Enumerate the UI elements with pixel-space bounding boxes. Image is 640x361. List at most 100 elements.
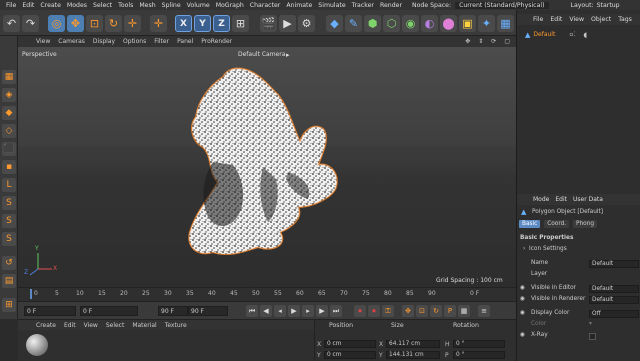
viewport-menu-filter[interactable]: Filter — [154, 38, 169, 45]
attr-menu-edit[interactable]: Edit — [555, 196, 567, 203]
undo-icon[interactable]: ↶ — [3, 15, 20, 32]
om-menu-file[interactable]: File — [533, 16, 543, 23]
previous-key-icon[interactable]: ◀ — [260, 305, 272, 317]
radio-dot-icon[interactable]: ◉ — [520, 296, 525, 302]
go-to-end-icon[interactable]: ⏭ — [330, 305, 342, 317]
size-x-field[interactable]: 64.117 cm — [386, 340, 440, 348]
environment-icon[interactable]: ⬤ — [440, 15, 457, 32]
object-name[interactable]: Default — [533, 31, 555, 38]
scale-icon[interactable]: ⊡ — [86, 15, 103, 32]
viewport-nav-zoom-icon[interactable]: ⇕ — [478, 38, 483, 45]
size-y-field[interactable]: 144.131 cm — [386, 351, 440, 359]
subdivision-icon[interactable]: ⬢ — [364, 15, 381, 32]
visible-in-editor-dropdown[interactable]: Default — [589, 285, 639, 293]
expand-arrow-icon[interactable]: › — [523, 246, 525, 252]
model-mode-icon[interactable]: ▪ — [2, 160, 16, 174]
menu-spline[interactable]: Spline — [162, 2, 181, 9]
position-y-field[interactable]: 0 cm — [324, 351, 376, 359]
bend-deformer-icon[interactable]: ◉ — [402, 15, 419, 32]
live-selection-icon[interactable]: ◎ — [48, 15, 65, 32]
coordinate-system-icon[interactable]: ⊞ — [232, 15, 249, 32]
field-icon[interactable]: ◐ — [421, 15, 438, 32]
om-menu-tags[interactable]: Tags — [618, 16, 632, 23]
grid-icon[interactable]: ▤ — [2, 274, 16, 288]
menu-edit[interactable]: Edit — [22, 2, 34, 9]
radio-dot-icon[interactable]: ◉ — [520, 332, 525, 338]
max-frame-field[interactable]: 90 F — [188, 306, 228, 316]
viewport-menu-prorender[interactable]: ProRender — [201, 38, 232, 45]
edges-mode-icon[interactable]: ◇ — [2, 124, 16, 138]
menu-select[interactable]: Select — [93, 2, 112, 9]
menu-create[interactable]: Create — [40, 2, 61, 9]
viewport-menu-panel[interactable]: Panel — [177, 38, 193, 45]
material-menu-texture[interactable]: Texture — [165, 322, 187, 329]
menu-file[interactable]: File — [6, 2, 16, 9]
display-color-dropdown[interactable]: Off — [589, 310, 639, 318]
key-rotation-icon[interactable]: ↻ — [430, 305, 442, 317]
model-tool-icon[interactable]: ✛ — [150, 15, 167, 32]
current-frame-field[interactable]: 0 F — [24, 306, 76, 316]
menu-character[interactable]: Character — [250, 2, 281, 9]
menu-volume[interactable]: Volume — [187, 2, 210, 9]
viewport-menu-cameras[interactable]: Cameras — [58, 38, 85, 45]
gargoyle-model[interactable] — [188, 67, 338, 256]
light-icon[interactable]: ✦ — [478, 15, 495, 32]
radio-dot-icon[interactable]: ◉ — [520, 310, 525, 316]
attr-menu-mode[interactable]: Mode — [533, 196, 549, 203]
key-parameter-icon[interactable]: P — [444, 305, 456, 317]
material-menu-create[interactable]: Create — [36, 322, 56, 329]
viewport-menu-options[interactable]: Options — [123, 38, 146, 45]
snap-icon[interactable]: S — [2, 196, 16, 210]
texture-mode-icon[interactable]: ◈ — [2, 88, 16, 102]
move-icon[interactable]: ✥ — [67, 15, 84, 32]
menu-animate[interactable]: Animate — [286, 2, 312, 9]
menu-tools[interactable]: Tools — [118, 2, 133, 9]
viewport-menu-view[interactable]: View — [36, 38, 50, 45]
menu-tracker[interactable]: Tracker — [352, 2, 374, 9]
pen-icon[interactable]: ✎ — [345, 15, 362, 32]
position-x-field[interactable]: 0 cm — [324, 340, 376, 348]
play-icon[interactable]: ▶ — [288, 305, 300, 317]
render-settings-icon[interactable]: ⚙ — [298, 15, 315, 32]
phong-tag-icon[interactable]: ◖ — [583, 31, 587, 39]
render-to-picture-viewer-icon[interactable]: ▶ — [279, 15, 296, 32]
om-menu-view[interactable]: View — [569, 16, 584, 23]
viewport-layout-icon[interactable]: ▢ — [504, 38, 510, 45]
timeline-ruler[interactable]: 0 5 10 15 20 25 30 35 40 45 50 55 60 65 … — [18, 287, 516, 301]
menu-mesh[interactable]: Mesh — [139, 2, 155, 9]
key-pla-icon[interactable]: ▦ — [458, 305, 470, 317]
x-ray-checkbox[interactable] — [589, 333, 596, 340]
attr-subsection[interactable]: › Icon Settings — [517, 246, 640, 256]
material-swatch[interactable] — [26, 334, 48, 356]
rotate-icon[interactable]: ↻ — [105, 15, 122, 32]
viewport-nav-move-icon[interactable]: ✥ — [465, 38, 470, 45]
om-menu-edit[interactable]: Edit — [550, 16, 562, 23]
visible-in-renderer-dropdown[interactable]: Default — [589, 296, 639, 304]
redo-icon[interactable]: ↷ — [22, 15, 39, 32]
locked-workplane-icon[interactable]: ↺ — [2, 256, 16, 270]
y-axis-lock-button[interactable]: Y — [194, 15, 211, 32]
start-frame-field[interactable]: 0 F — [80, 306, 138, 316]
points-mode-icon[interactable]: ◆ — [2, 106, 16, 120]
material-menu-material[interactable]: Material — [132, 322, 156, 329]
next-key-icon[interactable]: ▶ — [316, 305, 328, 317]
x-axis-lock-button[interactable]: X — [175, 15, 192, 32]
rotation-h-field[interactable]: 0 ° — [453, 340, 505, 348]
tab-coord[interactable]: Coord. — [544, 220, 570, 228]
tab-phong[interactable]: Phong — [573, 220, 598, 228]
object-list-item[interactable]: ▲ Default ▫⁚ ◖ — [517, 30, 640, 39]
make-editable-icon[interactable]: ▦ — [2, 70, 16, 84]
end-frame-field[interactable]: 90 F — [158, 306, 188, 316]
keyframe-selection-icon[interactable]: ⚿ — [382, 305, 394, 317]
menu-modes[interactable]: Modes — [67, 2, 87, 9]
visibility-dots-icon[interactable]: ▫⁚ — [569, 31, 575, 38]
menu-render[interactable]: Render — [380, 2, 402, 9]
viewport-nav-rotate-icon[interactable]: ⟳ — [491, 38, 496, 45]
viewport-menu-display[interactable]: Display — [93, 38, 115, 45]
key-position-icon[interactable]: ✥ — [402, 305, 414, 317]
rotation-p-field[interactable]: 0 ° — [453, 351, 505, 359]
timeline-playhead[interactable] — [30, 289, 32, 299]
floor-grid-icon[interactable]: ▦ — [497, 15, 514, 32]
autokey-icon[interactable]: ⏺ — [368, 305, 380, 317]
z-axis-lock-button[interactable]: Z — [213, 15, 230, 32]
